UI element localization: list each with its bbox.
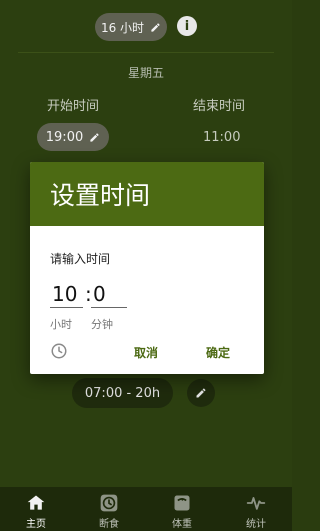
cancel-button[interactable]: 取消 [134,344,158,361]
end-time-value[interactable]: 11:00 [203,130,240,145]
pulse-icon [246,497,266,510]
schedule-pill[interactable]: 07:00 - 20h [72,378,173,408]
day-label: 星期五 [127,66,164,80]
set-time-dialog: 设置时间 请输入时间 10 : 0 小时 分钟 取消 确定 [30,162,264,374]
nav-item-home[interactable]: 主页 [7,487,65,531]
start-time-chip[interactable]: 19:00 [37,123,109,151]
hour-input[interactable]: 10 [52,282,77,306]
minute-label: 分钟 [91,318,113,331]
home-icon [27,495,45,510]
fasting-duration-chip[interactable]: 16 小时 [95,13,167,41]
divider [18,52,274,53]
minute-underline [91,307,127,308]
nav-item-fasting[interactable]: 断食 [80,487,138,531]
dialog-header: 设置时间 [30,162,264,226]
fasting-duration-label: 16 小时 [100,20,145,35]
minute-input[interactable]: 0 [93,282,106,306]
nav-item-weight[interactable]: 体重 [153,487,211,531]
start-time-value: 19:00 [45,129,84,145]
end-time-label: 结束时间 [193,99,246,114]
clock-icon[interactable] [50,342,68,360]
edit-icon [90,132,99,142]
time-separator: : [85,282,92,306]
bottom-navigation: 主页 断食 体重 统计 [0,487,292,531]
dialog-subtitle: 请输入时间 [50,252,111,266]
scale-icon [174,495,190,511]
dialog-title: 设置时间 [50,181,151,210]
edit-icon [196,388,206,398]
hour-label: 小时 [50,318,72,331]
nav-label-fasting: 断食 [99,519,119,530]
nav-label-home: 主页 [26,519,46,530]
nav-label-weight: 体重 [172,519,192,530]
nav-label-stats: 统计 [246,519,266,530]
hour-underline [50,307,83,308]
timer-icon [100,494,118,512]
edit-icon [151,22,160,32]
ok-button[interactable]: 确定 [206,344,230,361]
start-time-label: 开始时间 [47,99,100,114]
schedule-value: 07:00 - 20h [84,385,161,401]
info-icon[interactable]: i [177,16,197,36]
edit-schedule-button[interactable] [187,379,215,407]
nav-item-stats[interactable]: 统计 [227,487,285,531]
